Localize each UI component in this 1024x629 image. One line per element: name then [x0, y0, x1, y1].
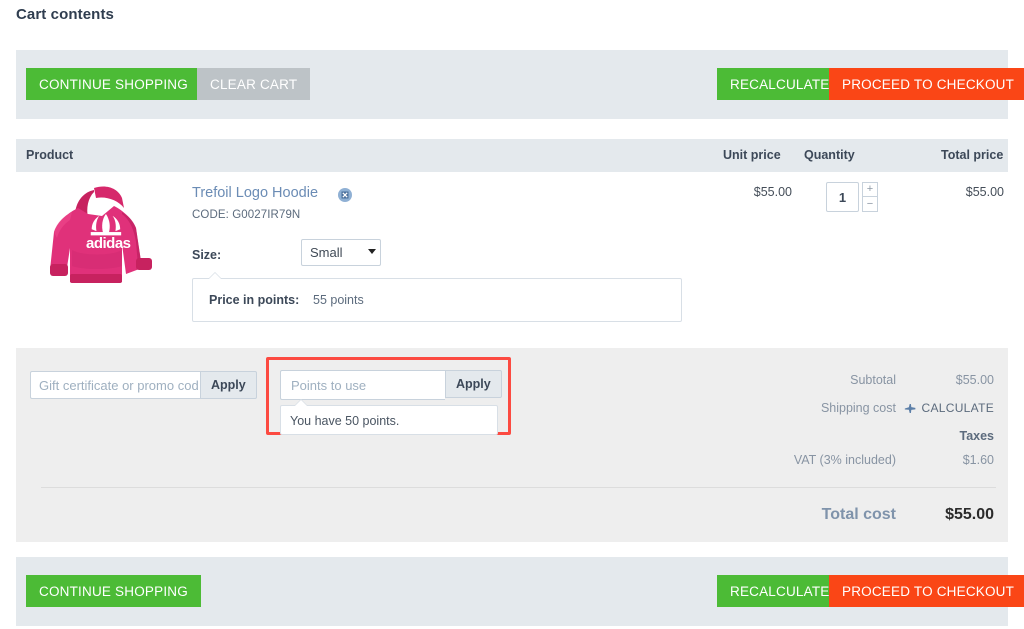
product-size-select[interactable]: Small: [301, 239, 381, 266]
proceed-to-checkout-button-bottom[interactable]: PROCEED TO CHECKOUT: [829, 575, 1024, 607]
svg-text:adidas: adidas: [86, 235, 131, 252]
cart-summary-section: Apply Apply You have 50 points. Subtotal…: [16, 348, 1008, 542]
continue-shopping-button-bottom[interactable]: CONTINUE SHOPPING: [26, 575, 201, 607]
column-header-total-price: Total price: [941, 148, 1004, 162]
page-title: Cart contents: [16, 6, 114, 23]
cart-toolbar-top: CONTINUE SHOPPING CLEAR CART RECALCULATE…: [16, 50, 1024, 119]
cart-table-header: Product Unit price Quantity Total price: [16, 139, 1008, 172]
taxes-label: Taxes: [959, 429, 994, 443]
continue-shopping-button-top[interactable]: CONTINUE SHOPPING: [26, 68, 201, 100]
recalculate-button-top[interactable]: RECALCULATE: [717, 68, 843, 100]
cart-toolbar-bottom: CONTINUE SHOPPING RECALCULATE PROCEED TO…: [16, 557, 1024, 626]
proceed-to-checkout-button-top[interactable]: PROCEED TO CHECKOUT: [829, 68, 1024, 100]
product-total-price: $55.00: [965, 185, 1004, 199]
cart-page: Cart contents CONTINUE SHOPPING CLEAR CA…: [0, 0, 1024, 629]
clear-cart-button[interactable]: CLEAR CART: [197, 68, 311, 100]
column-header-unit-price: Unit price: [723, 148, 781, 162]
quantity-decrement-button[interactable]: −: [862, 197, 878, 212]
subtotal-value: $55.00: [955, 373, 994, 387]
plane-icon: [904, 402, 917, 415]
vat-value: $1.60: [962, 453, 994, 467]
price-in-points-box: Price in points: 55 points: [192, 272, 682, 322]
calculate-shipping-link[interactable]: CALCULATE: [904, 401, 995, 415]
column-header-quantity: Quantity: [804, 148, 855, 162]
totals-divider: [41, 487, 996, 488]
recalculate-button-bottom[interactable]: RECALCULATE: [717, 575, 843, 607]
price-in-points-value: 55 points: [313, 293, 364, 307]
price-in-points-label: Price in points:: [209, 293, 300, 307]
shipping-cost-label: Shipping cost: [820, 401, 896, 415]
table-row: adidas Trefoil Logo Hoodie CODE: G0027IR…: [16, 172, 1008, 340]
calculate-shipping-label: CALCULATE: [921, 401, 994, 415]
points-balance-text: You have 50 points.: [290, 414, 400, 428]
product-code: CODE: G0027IR79N: [192, 209, 301, 221]
total-cost-value: $55.00: [945, 506, 994, 523]
column-header-product: Product: [26, 148, 74, 162]
product-option-label: Size:: [192, 248, 222, 262]
